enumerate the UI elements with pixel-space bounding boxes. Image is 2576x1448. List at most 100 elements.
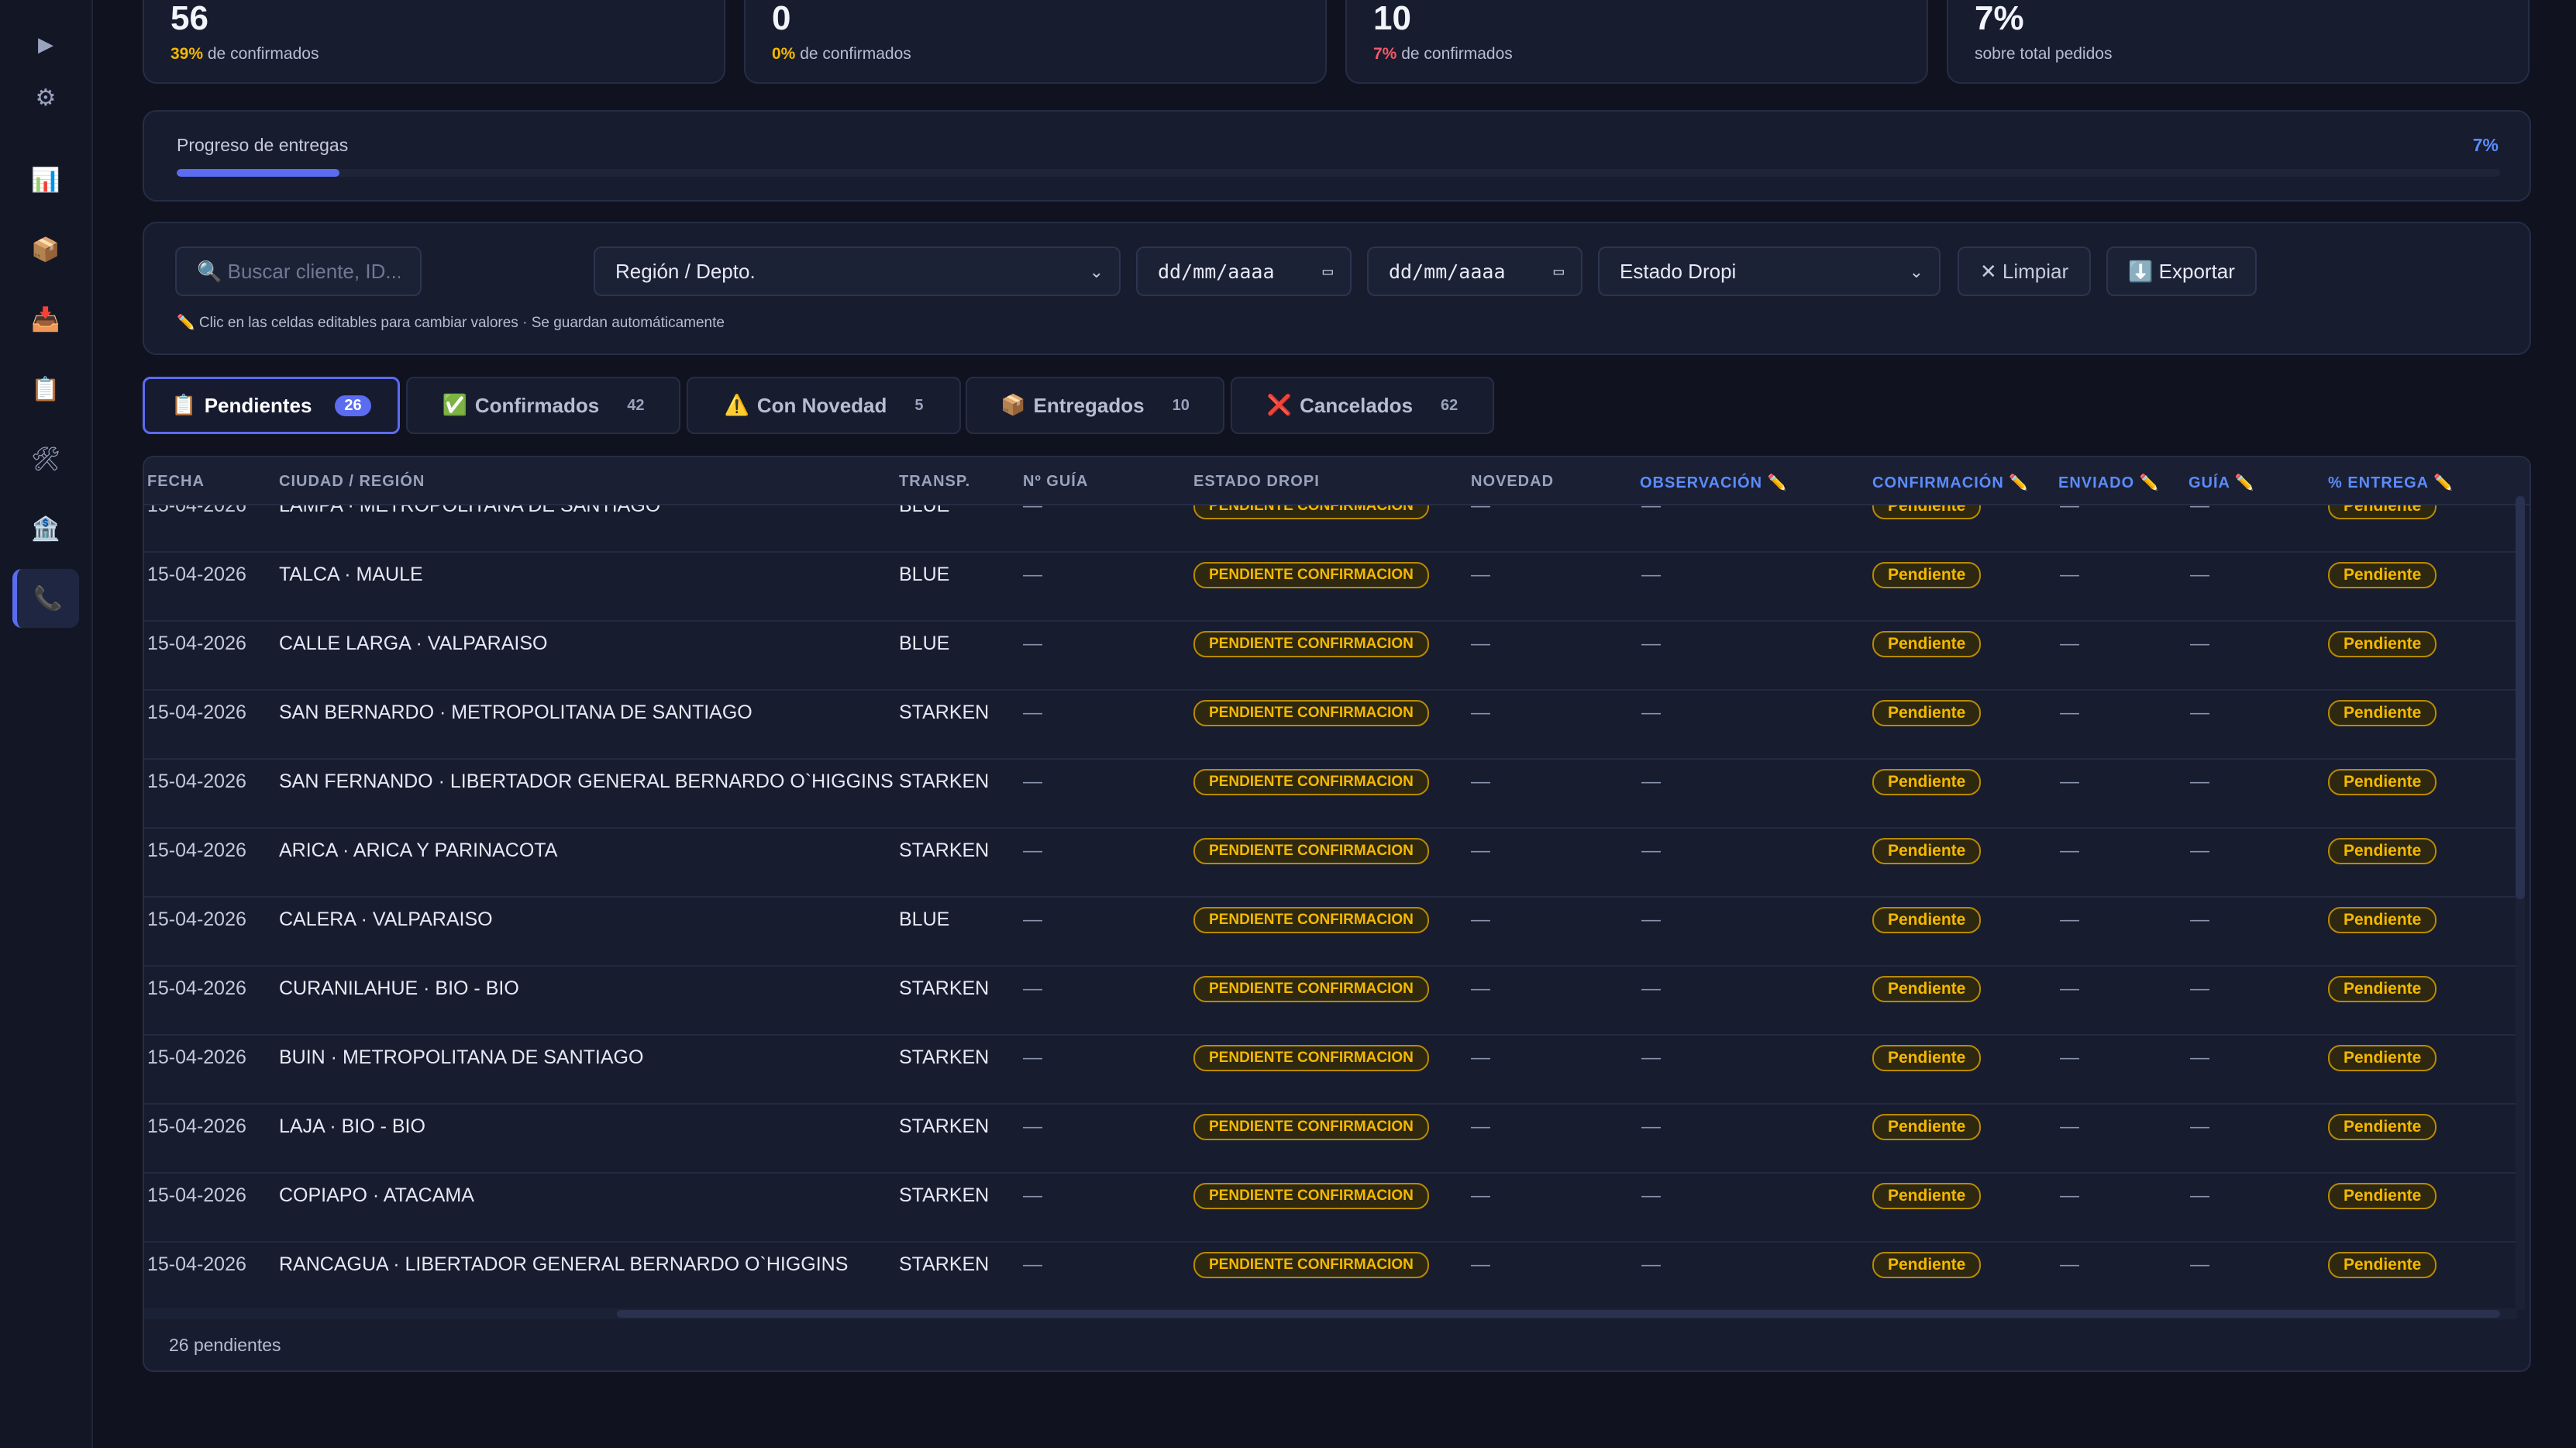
date-from-input[interactable]: dd/mm/aaaa ▭ [1136,247,1352,296]
sidebar-item-clipboard[interactable]: 📋 [12,360,79,419]
sidebar-item-settings[interactable]: ⚙ [12,68,79,127]
table-row[interactable]: 15-04-2026 RANCAGUA · LIBERTADOR GENERAL … [144,1243,2516,1312]
search-box[interactable] [175,247,422,296]
cell-enviado[interactable]: — [2060,908,2079,931]
col-guia-num[interactable]: Nº GUÍA [1023,473,1088,491]
cell-enviado[interactable]: — [2060,1115,2079,1138]
sidebar-item-inbox[interactable]: 📥 [12,290,79,349]
entrega-badge[interactable]: Pendiente [2328,1183,2437,1209]
entrega-badge[interactable]: Pendiente [2328,907,2437,933]
tab-entregados[interactable]: 📦 Entregados 10 [966,377,1224,434]
cell-guia[interactable]: — [2190,771,2209,793]
confirmacion-badge[interactable]: Pendiente [1872,1183,1982,1209]
date-to-input[interactable]: dd/mm/aaaa ▭ [1367,247,1582,296]
entrega-badge[interactable]: Pendiente [2328,631,2437,657]
cell-observacion[interactable]: — [1641,771,1661,793]
cell-guia[interactable]: — [2190,564,2209,586]
confirmacion-badge[interactable]: Pendiente [1872,976,1982,1002]
table-row[interactable]: 15-04-2026 LAJA · BIO - BIO STARKEN — PENDIE… [144,1105,2516,1174]
cell-guia[interactable]: — [2190,839,2209,862]
entrega-badge[interactable]: Pendiente [2328,700,2437,726]
table-row[interactable]: 15-04-2026 CALERA · VALPARAISO BLUE — PENDIE… [144,898,2516,967]
entrega-badge[interactable]: Pendiente [2328,769,2437,795]
col-transp[interactable]: TRANSP. [899,473,970,491]
cell-enviado[interactable]: — [2060,1184,2079,1207]
cell-guia[interactable]: — [2190,977,2209,1000]
table-row[interactable]: 15-04-2026 COPIAPO · ATACAMA STARKEN — PENDI… [144,1174,2516,1243]
confirmacion-badge[interactable]: Pendiente [1872,1114,1982,1140]
cell-enviado[interactable]: — [2060,839,2079,862]
cell-observacion[interactable]: — [1641,1046,1661,1069]
scrollbar-thumb[interactable] [617,1310,2500,1318]
cell-observacion[interactable]: — [1641,633,1661,655]
sidebar-toggle-button[interactable]: ▶ [12,16,79,74]
confirmacion-badge[interactable]: Pendiente [1872,505,1982,519]
table-row[interactable]: 15-04-2026 ARICA · ARICA Y PARINACOTA STAR… [144,829,2516,898]
cell-enviado[interactable]: — [2060,771,2079,793]
cell-observacion[interactable]: — [1641,977,1661,1000]
cell-enviado[interactable]: — [2060,1046,2079,1069]
cell-guia[interactable]: — [2190,702,2209,724]
cell-enviado[interactable]: — [2060,505,2079,517]
cell-guia[interactable]: — [2190,505,2209,517]
cell-observacion[interactable]: — [1641,702,1661,724]
sidebar-item-building[interactable]: 🏦 [12,499,79,558]
confirmacion-badge[interactable]: Pendiente [1872,1252,1982,1278]
sidebar-item-phone[interactable]: 📞 [12,569,79,628]
entrega-badge[interactable]: Pendiente [2328,505,2437,519]
calendar-icon[interactable]: ▭ [1554,262,1564,281]
confirmacion-badge[interactable]: Pendiente [1872,838,1982,864]
horizontal-scrollbar[interactable] [144,1308,2517,1319]
cell-observacion[interactable]: — [1641,839,1661,862]
confirmacion-badge[interactable]: Pendiente [1872,769,1982,795]
cell-guia[interactable]: — [2190,633,2209,655]
tab-confirmados[interactable]: ✅ Confirmados 42 [406,377,680,434]
cell-observacion[interactable]: — [1641,564,1661,586]
table-row[interactable]: 15-04-2026 SAN BERNARDO · METROPOLITANA D… [144,691,2516,760]
col-novedad[interactable]: NOVEDAD [1471,473,1554,491]
confirmacion-badge[interactable]: Pendiente [1872,1045,1982,1071]
col-entrega[interactable]: % ENTREGA ✏️ [2328,473,2454,492]
cell-observacion[interactable]: — [1641,1253,1661,1276]
cell-guia[interactable]: — [2190,1184,2209,1207]
cell-observacion[interactable]: — [1641,908,1661,931]
estado-select[interactable]: Estado Dropi ⌄ [1598,247,1941,296]
sidebar-item-chart[interactable]: 📊 [12,150,79,209]
table-row[interactable]: 15-04-2026 CALLE LARGA · VALPARAISO BLUE — P… [144,622,2516,691]
table-row[interactable]: 15-04-2026 SAN FERNANDO · LIBERTADOR GENE… [144,760,2516,829]
entrega-badge[interactable]: Pendiente [2328,976,2437,1002]
confirmacion-badge[interactable]: Pendiente [1872,700,1982,726]
cell-enviado[interactable]: — [2060,564,2079,586]
col-confirmacion[interactable]: CONFIRMACIÓN ✏️ [1872,473,2029,492]
col-ciudad[interactable]: CIUDAD / REGIÓN [279,473,425,491]
entrega-badge[interactable]: Pendiente [2328,1045,2437,1071]
entrega-badge[interactable]: Pendiente [2328,838,2437,864]
entrega-badge[interactable]: Pendiente [2328,562,2437,588]
cell-observacion[interactable]: — [1641,505,1661,517]
vertical-scrollbar[interactable] [2516,496,2525,1310]
cell-enviado[interactable]: — [2060,977,2079,1000]
tab-pendientes[interactable]: 📋 Pendientes 26 [143,377,400,434]
cell-enviado[interactable]: — [2060,633,2079,655]
col-fecha[interactable]: FECHA [147,473,205,491]
search-input[interactable] [197,259,400,284]
cell-guia[interactable]: — [2190,908,2209,931]
confirmacion-badge[interactable]: Pendiente [1872,631,1982,657]
clear-filters-button[interactable]: ✕ Limpiar [1958,247,2091,296]
cell-observacion[interactable]: — [1641,1184,1661,1207]
col-observacion[interactable]: OBSERVACIÓN ✏️ [1640,473,1788,492]
sidebar-item-package[interactable]: 📦 [12,220,79,279]
cell-guia[interactable]: — [2190,1115,2209,1138]
table-row[interactable]: 15-04-2026 BUIN · METROPOLITANA DE SANTIA… [144,1036,2516,1105]
tab-cancelados[interactable]: ❌ Cancelados 62 [1231,377,1494,434]
tab-con-novedad[interactable]: ⚠️ Con Novedad 5 [687,377,961,434]
entrega-badge[interactable]: Pendiente [2328,1252,2437,1278]
cell-enviado[interactable]: — [2060,1253,2079,1276]
export-button[interactable]: ⬇️ Exportar [2106,247,2257,296]
calendar-icon[interactable]: ▭ [1323,262,1333,281]
table-row[interactable]: 15-04-2026 TALCA · MAULE BLUE — PENDIENTE CO… [144,553,2516,622]
cell-guia[interactable]: — [2190,1046,2209,1069]
entrega-badge[interactable]: Pendiente [2328,1114,2437,1140]
sidebar-item-tools[interactable]: 🛠 [12,429,79,488]
scrollbar-thumb[interactable] [2516,496,2525,899]
